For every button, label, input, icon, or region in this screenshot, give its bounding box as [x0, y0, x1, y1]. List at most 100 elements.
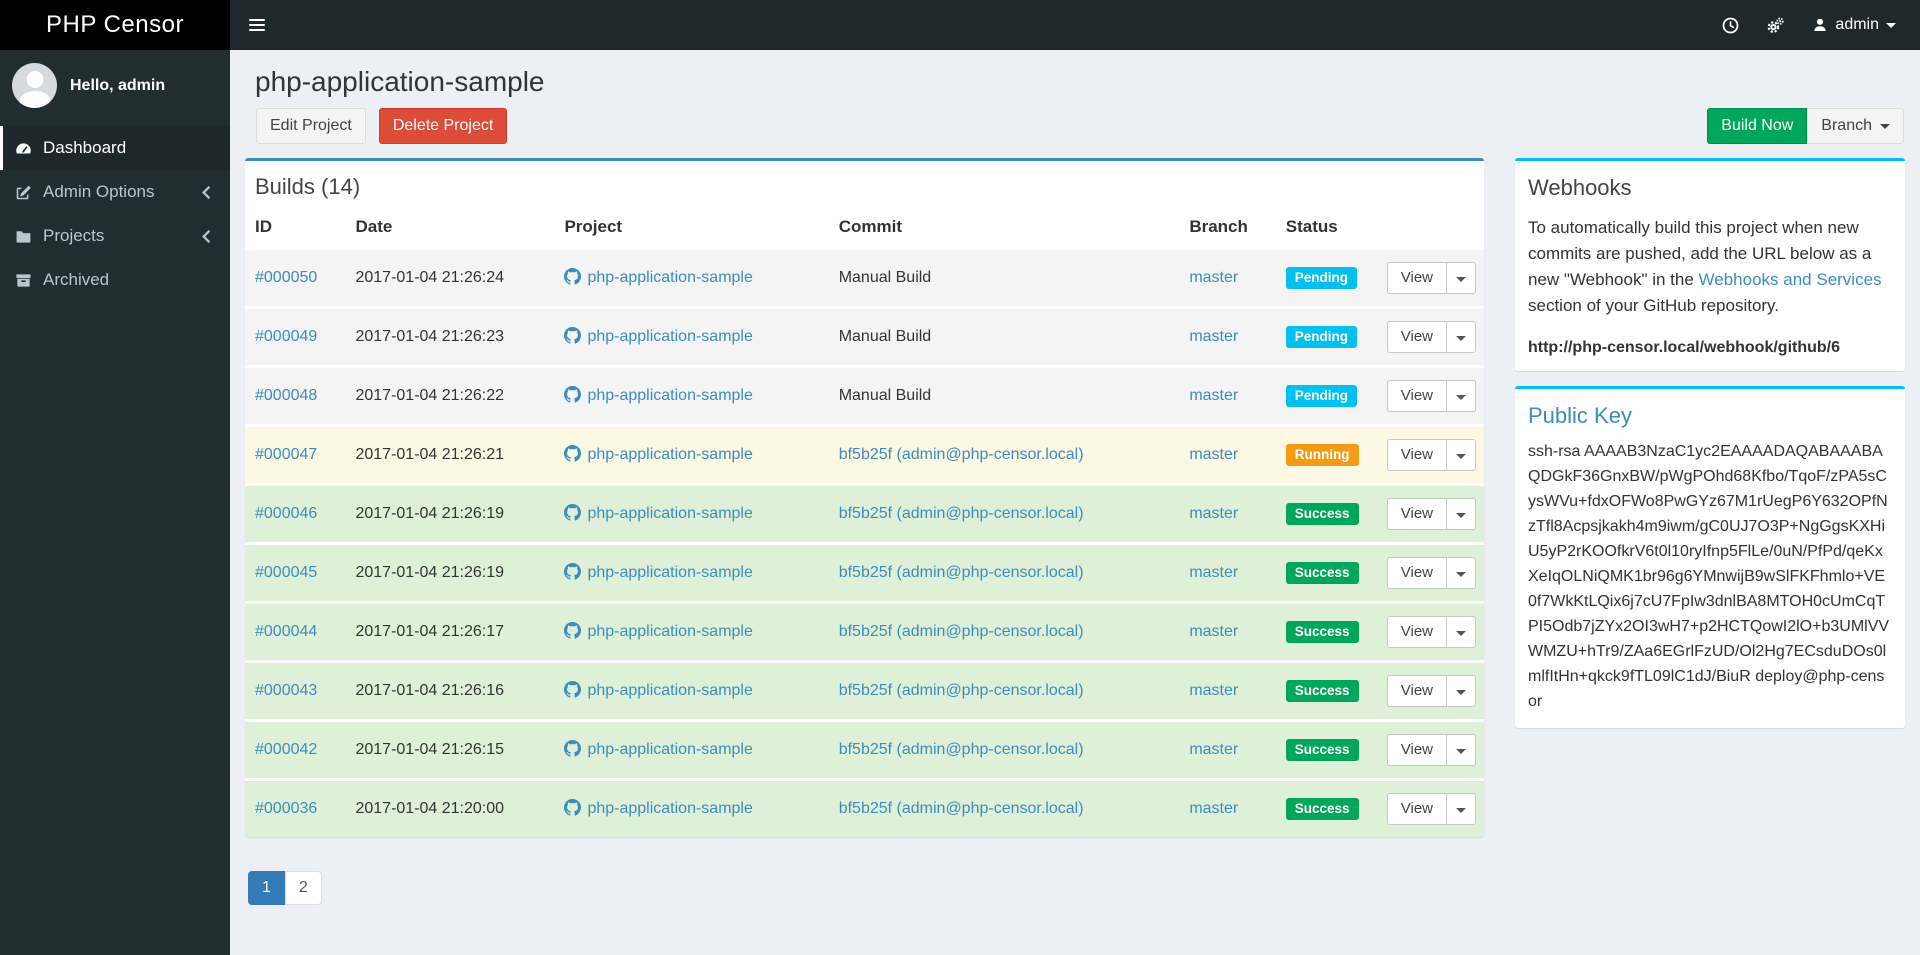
- build-id-link[interactable]: #000050: [255, 269, 317, 286]
- pagination-page-2[interactable]: 2: [284, 871, 322, 905]
- public-key-title[interactable]: Public Key: [1515, 389, 1905, 433]
- build-id-link[interactable]: #000045: [255, 564, 317, 581]
- view-dropdown-toggle[interactable]: [1446, 734, 1476, 766]
- branch-link[interactable]: master: [1189, 623, 1238, 640]
- webhooks-title: Webhooks: [1528, 175, 1632, 200]
- sidebar-item-label: Admin Options: [43, 182, 155, 201]
- build-row: #000047 2017-01-04 21:26:21 php-applicat…: [245, 425, 1484, 485]
- branch-link[interactable]: master: [1189, 328, 1238, 345]
- build-date: 2017-01-04 21:26:21: [355, 446, 505, 463]
- sidebar-item-projects[interactable]: Projects: [0, 214, 230, 258]
- branch-link[interactable]: master: [1189, 741, 1238, 758]
- project-link[interactable]: php-application-sample: [564, 268, 753, 286]
- view-button[interactable]: View: [1386, 262, 1446, 294]
- sidebar-item-label: Projects: [43, 226, 105, 245]
- folder-icon: [16, 230, 31, 243]
- project-link[interactable]: php-application-sample: [564, 386, 753, 404]
- commit-link: Manual Build: [838, 269, 932, 286]
- pagination: 1 2: [248, 871, 322, 905]
- build-history-button[interactable]: [1708, 0, 1753, 50]
- builds-table: ID Date Project Commit Branch Status #00…: [245, 208, 1484, 837]
- view-dropdown-toggle[interactable]: [1446, 557, 1476, 589]
- build-now-button[interactable]: Build Now: [1707, 108, 1808, 144]
- view-button[interactable]: View: [1386, 321, 1446, 353]
- view-button[interactable]: View: [1386, 734, 1446, 766]
- view-button[interactable]: View: [1386, 616, 1446, 648]
- build-date: 2017-01-04 21:26:19: [355, 564, 505, 581]
- branch-link[interactable]: master: [1189, 269, 1238, 286]
- build-date: 2017-01-04 21:26:19: [355, 505, 505, 522]
- caret-down-icon: [1886, 22, 1896, 28]
- pagination-page-1[interactable]: 1: [248, 871, 285, 905]
- view-button[interactable]: View: [1386, 498, 1446, 530]
- project-link[interactable]: php-application-sample: [564, 504, 753, 522]
- view-button[interactable]: View: [1386, 439, 1446, 471]
- build-id-link[interactable]: #000044: [255, 623, 317, 640]
- branch-link[interactable]: master: [1189, 446, 1238, 463]
- commit-link[interactable]: bf5b25f (admin@php-censor.local): [839, 800, 1084, 817]
- delete-project-button[interactable]: Delete Project: [378, 108, 508, 144]
- sidebar-menu: Dashboard Admin Options Projects Archive…: [0, 126, 230, 302]
- build-id-link[interactable]: #000048: [255, 387, 317, 404]
- build-id-link[interactable]: #000036: [255, 800, 317, 817]
- view-dropdown-toggle[interactable]: [1446, 380, 1476, 412]
- build-id-link[interactable]: #000047: [255, 446, 317, 463]
- edit-project-button[interactable]: Edit Project: [256, 108, 366, 144]
- status-badge: Success: [1285, 680, 1359, 702]
- caret-down-icon: [1456, 631, 1466, 636]
- view-dropdown-toggle[interactable]: [1446, 675, 1476, 707]
- view-dropdown-toggle[interactable]: [1446, 262, 1476, 294]
- view-button[interactable]: View: [1386, 675, 1446, 707]
- view-dropdown-toggle[interactable]: [1446, 321, 1476, 353]
- view-dropdown-toggle[interactable]: [1446, 616, 1476, 648]
- commit-link[interactable]: bf5b25f (admin@php-censor.local): [839, 623, 1084, 640]
- project-link[interactable]: php-application-sample: [564, 445, 753, 463]
- column-header-project: Project: [564, 217, 623, 236]
- branch-link[interactable]: master: [1189, 387, 1238, 404]
- project-actions: Edit Project Delete Project Build Now Br…: [256, 108, 1904, 144]
- webhooks-services-link[interactable]: Webhooks and Services: [1699, 270, 1882, 289]
- commit-link[interactable]: bf5b25f (admin@php-censor.local): [839, 682, 1084, 699]
- branch-dropdown-button[interactable]: Branch: [1807, 108, 1904, 144]
- sidebar-toggle-button[interactable]: [230, 0, 284, 50]
- user-dropdown[interactable]: admin: [1798, 0, 1910, 50]
- view-button[interactable]: View: [1386, 380, 1446, 412]
- project-link[interactable]: php-application-sample: [564, 799, 753, 817]
- commit-link[interactable]: bf5b25f (admin@php-censor.local): [839, 446, 1084, 463]
- commit-link[interactable]: bf5b25f (admin@php-censor.local): [839, 741, 1084, 758]
- content: php-application-sample Edit Project Dele…: [230, 0, 1920, 905]
- project-link[interactable]: php-application-sample: [564, 681, 753, 699]
- build-id-link[interactable]: #000046: [255, 505, 317, 522]
- caret-down-icon: [1880, 123, 1890, 129]
- view-button[interactable]: View: [1386, 793, 1446, 825]
- builds-table-header: ID Date Project Commit Branch Status: [245, 208, 1484, 249]
- view-button[interactable]: View: [1386, 557, 1446, 589]
- branch-link[interactable]: master: [1189, 564, 1238, 581]
- build-row: #000042 2017-01-04 21:26:15 php-applicat…: [245, 720, 1484, 780]
- view-dropdown-toggle[interactable]: [1446, 793, 1476, 825]
- build-row: #000048 2017-01-04 21:26:22 php-applicat…: [245, 366, 1484, 426]
- avatar: [12, 63, 57, 108]
- project-link[interactable]: php-application-sample: [564, 327, 753, 345]
- public-key-value: ssh-rsa AAAAB3NzaC1yc2EAAAADAQABAAABAQDG…: [1528, 443, 1890, 710]
- github-icon: [564, 504, 582, 521]
- branch-link[interactable]: master: [1189, 682, 1238, 699]
- sidebar-item-dashboard[interactable]: Dashboard: [0, 126, 230, 170]
- app-logo[interactable]: PHP Censor: [0, 0, 230, 50]
- sidebar-item-archived[interactable]: Archived: [0, 258, 230, 302]
- build-id-link[interactable]: #000043: [255, 682, 317, 699]
- branch-link[interactable]: master: [1189, 800, 1238, 817]
- view-dropdown-toggle[interactable]: [1446, 498, 1476, 530]
- sidebar-item-admin-options[interactable]: Admin Options: [0, 170, 230, 214]
- settings-button[interactable]: [1753, 0, 1798, 50]
- build-id-link[interactable]: #000042: [255, 741, 317, 758]
- commit-link[interactable]: bf5b25f (admin@php-censor.local): [839, 505, 1084, 522]
- commit-link[interactable]: bf5b25f (admin@php-censor.local): [839, 564, 1084, 581]
- build-id-link[interactable]: #000049: [255, 328, 317, 345]
- project-link[interactable]: php-application-sample: [564, 740, 753, 758]
- project-link[interactable]: php-application-sample: [564, 622, 753, 640]
- branch-link[interactable]: master: [1189, 505, 1238, 522]
- status-badge: Pending: [1285, 385, 1358, 407]
- view-dropdown-toggle[interactable]: [1446, 439, 1476, 471]
- project-link[interactable]: php-application-sample: [564, 563, 753, 581]
